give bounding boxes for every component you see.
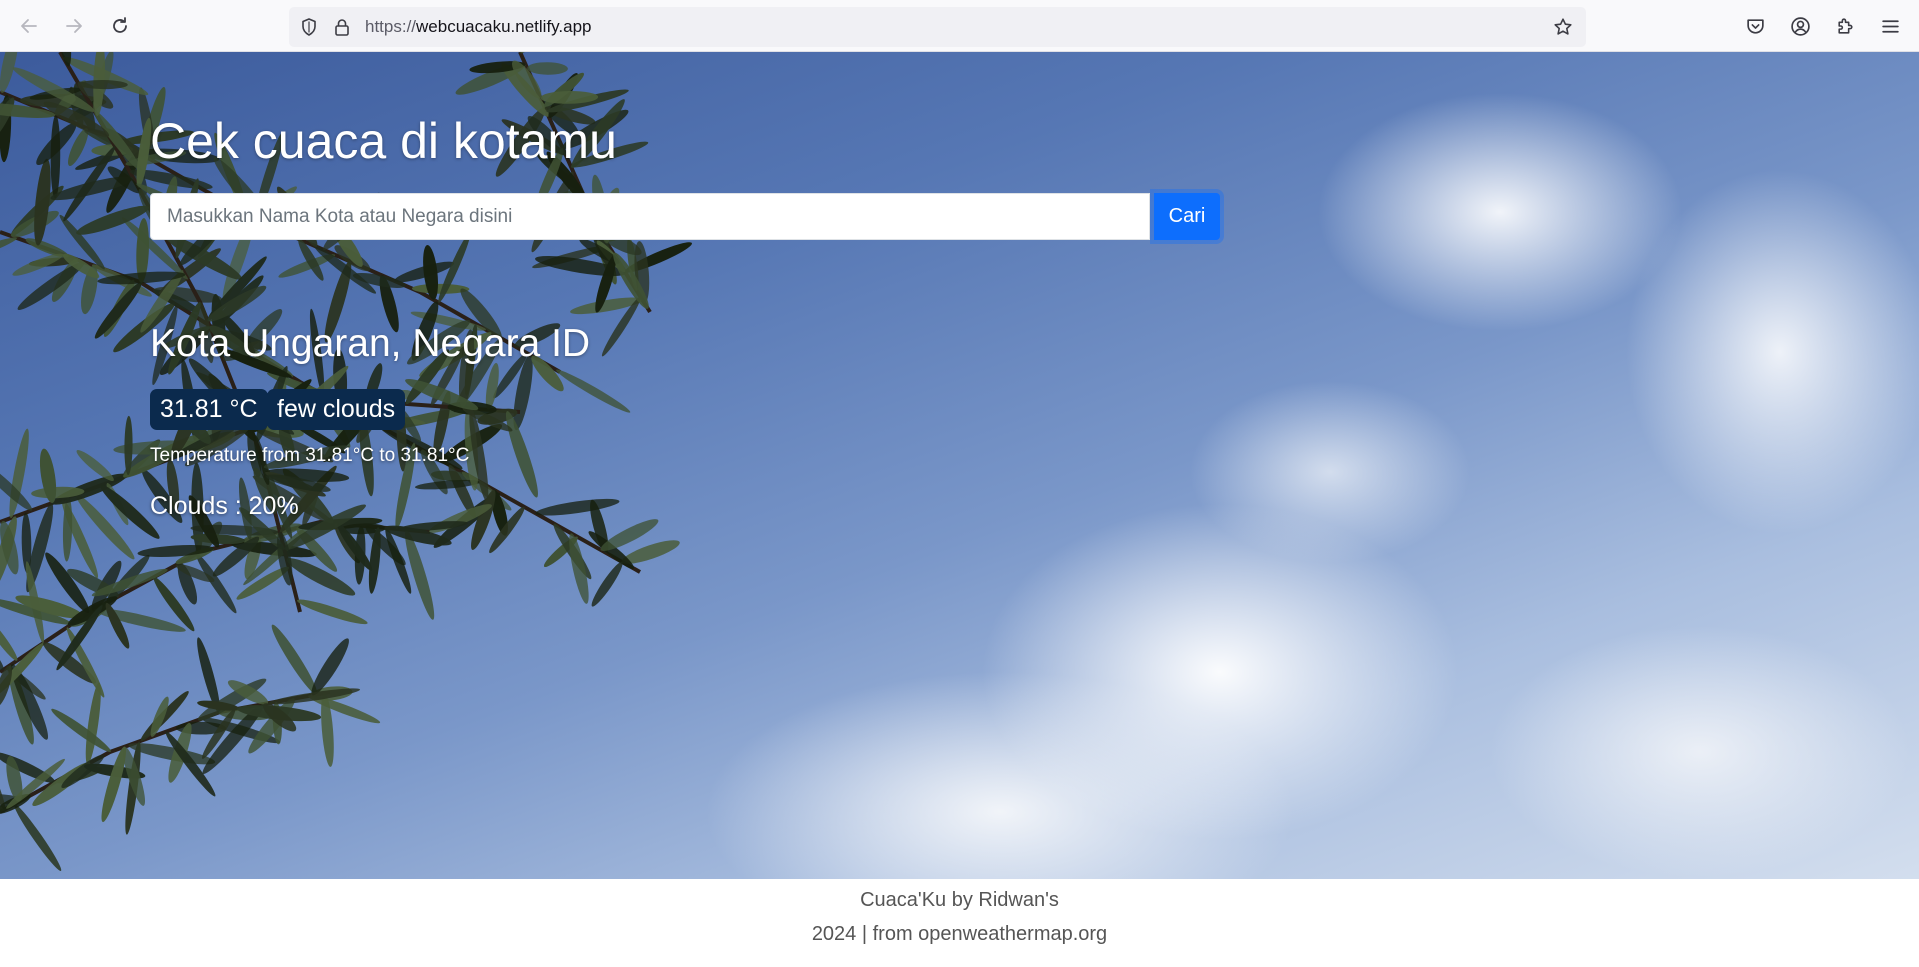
description-badge: few clouds [267, 389, 406, 430]
search-button[interactable]: Cari [1154, 193, 1220, 240]
arrow-left-icon [21, 19, 37, 33]
extensions-button[interactable] [1828, 9, 1862, 43]
pocket-icon [1746, 18, 1764, 34]
url-host: webcuacaku.netlify.app [416, 17, 592, 36]
footer-source: 2024 | from openweathermap.org [811, 923, 1108, 945]
url-text[interactable]: https://webcuacaku.netlify.app [365, 7, 592, 47]
url-scheme: https:// [365, 17, 417, 36]
hamburger-menu-icon [1881, 19, 1899, 33]
pocket-button[interactable] [1738, 9, 1772, 43]
temperature-range: Temperature from 31.81°C to 31.81°C [150, 445, 470, 466]
shield-icon[interactable] [299, 17, 319, 37]
account-icon [1790, 16, 1810, 36]
sky-background: Cek cuaca di kotamu Cari Kota Ungaran, N… [0, 52, 1919, 879]
search-input[interactable] [150, 193, 1150, 240]
arrow-right-icon [66, 19, 82, 33]
temperature-badge: 31.81 °C [150, 389, 268, 430]
city-name: Kota Ungaran, Negara ID [150, 322, 591, 365]
reload-icon [113, 17, 127, 33]
reload-button[interactable] [103, 9, 137, 43]
cloudiness: Clouds : 20% [150, 492, 299, 520]
footer: Cuaca'Ku by Ridwan's 2024 | from openwea… [0, 879, 1919, 967]
menu-button[interactable] [1873, 9, 1907, 43]
lock-icon[interactable] [332, 17, 352, 37]
footer-credit: Cuaca'Ku by Ridwan's [860, 889, 1059, 911]
browser-toolbar: https://webcuacaku.netlify.app [0, 0, 1919, 52]
forward-button[interactable] [57, 9, 91, 43]
puzzle-icon [1837, 17, 1853, 34]
address-bar[interactable]: https://webcuacaku.netlify.app [289, 7, 1586, 47]
back-button[interactable] [12, 9, 46, 43]
page-title: Cek cuaca di kotamu [150, 113, 617, 169]
account-button[interactable] [1783, 9, 1817, 43]
star-icon[interactable] [1553, 17, 1573, 37]
